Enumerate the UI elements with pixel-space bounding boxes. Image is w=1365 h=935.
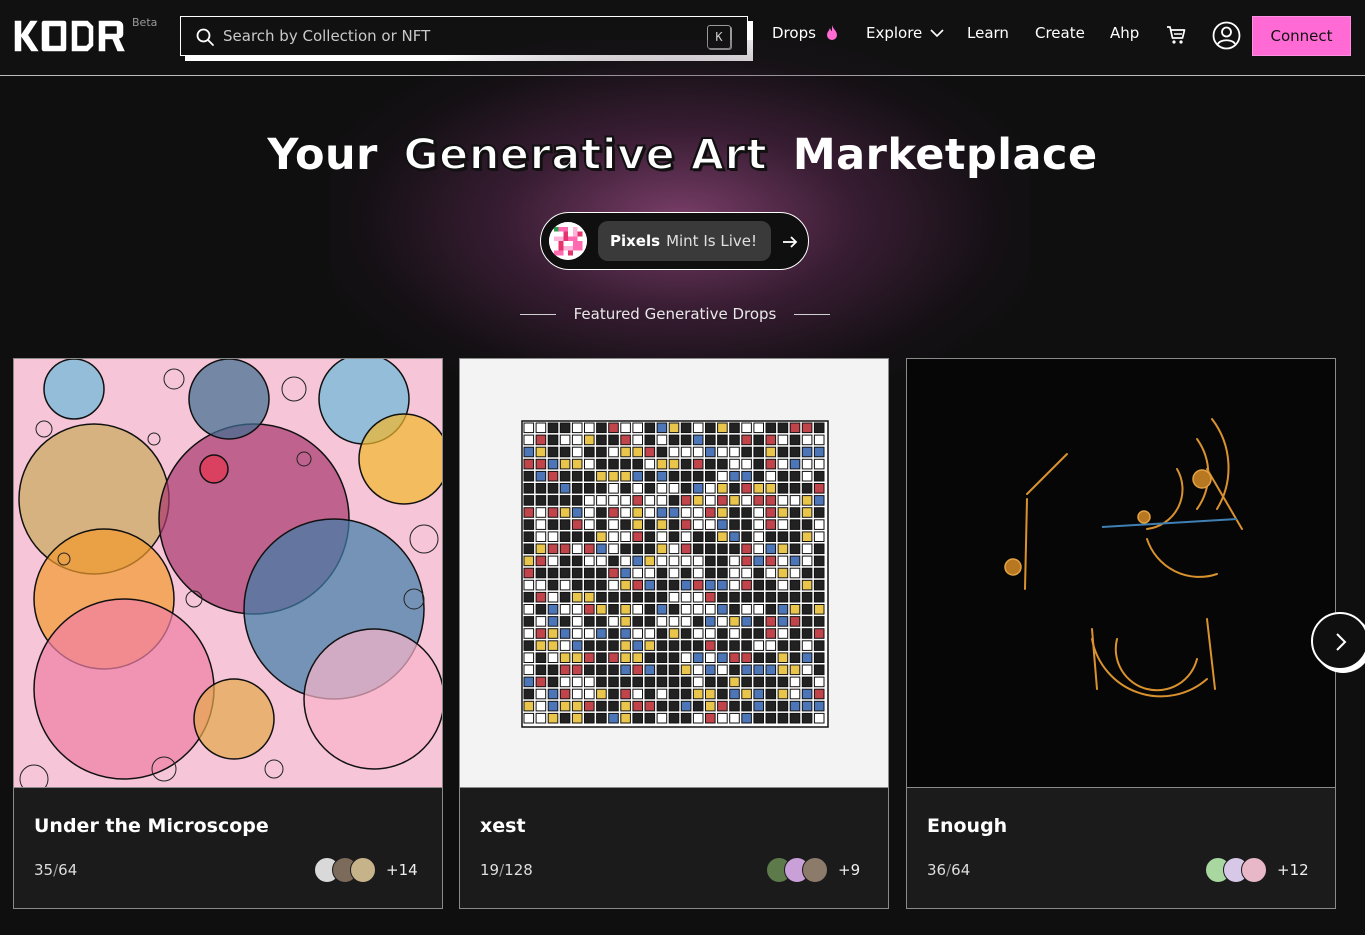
nav-ahp-label: Ahp	[1110, 24, 1140, 42]
minted-count: 35	[34, 861, 54, 879]
drop-artwork-image	[907, 359, 1335, 788]
minted-count: 36	[927, 861, 947, 879]
chevron-down-icon	[930, 29, 944, 38]
drop-artwork-image	[14, 359, 442, 788]
drop-title: Under the Microscope	[34, 815, 269, 837]
nav-create-label: Create	[1035, 24, 1085, 42]
nav-create[interactable]: Create	[1035, 24, 1085, 42]
hero-title-end: Marketplace	[792, 130, 1098, 180]
drop-title: Enough	[927, 815, 1008, 837]
user-account-icon[interactable]	[1212, 21, 1241, 50]
connect-wallet-button[interactable]: Connect	[1252, 16, 1351, 56]
more-owners-count: +9	[838, 861, 861, 879]
owner-avatars: +12	[1205, 857, 1309, 883]
kodr-logo[interactable]	[12, 16, 128, 56]
mint-announcement-text: Pixels Mint Is Live!	[598, 221, 771, 261]
owner-avatars: +14	[314, 857, 418, 883]
divider	[794, 313, 830, 315]
more-owners-count: +14	[386, 861, 418, 879]
pixels-collection-thumbnail	[549, 222, 587, 260]
avatar	[1241, 857, 1267, 883]
drop-card[interactable]: Under the Microscope 35/64 +14	[13, 358, 443, 909]
more-owners-count: +12	[1277, 861, 1309, 879]
mint-collection-name: Pixels	[610, 232, 661, 250]
cart-icon[interactable]	[1165, 24, 1187, 46]
chevron-right-icon	[1336, 633, 1347, 651]
carousel-next-button[interactable]	[1311, 612, 1365, 670]
arrow-right-icon	[783, 236, 798, 248]
minted-count: 19	[480, 861, 500, 879]
drop-card[interactable]: Enough 36/64 +12	[906, 358, 1336, 909]
beta-label: Beta	[132, 16, 158, 29]
avatar	[802, 857, 828, 883]
mint-progress: 36/64	[927, 861, 971, 879]
drop-card[interactable]: xest 19/128 +9	[459, 358, 889, 909]
hero-title-start: Your	[267, 130, 378, 180]
drop-artwork-image	[460, 359, 888, 788]
mint-status-text: Mint Is Live!	[666, 232, 757, 250]
supply-count: 64	[951, 861, 971, 879]
drop-title: xest	[480, 815, 526, 837]
mint-progress: 35/64	[34, 861, 78, 879]
supply-count: 128	[504, 861, 533, 879]
nav-ahp[interactable]: Ahp	[1110, 24, 1139, 42]
avatar	[350, 857, 376, 883]
hero-title: Your Generative Art Marketplace	[0, 129, 1365, 181]
divider	[520, 313, 556, 315]
featured-drops-heading: Featured Generative Drops	[520, 303, 830, 325]
featured-drops-label: Featured Generative Drops	[573, 305, 777, 323]
owner-avatars: +9	[766, 857, 860, 883]
search-icon	[196, 28, 214, 46]
mint-progress: 19/128	[480, 861, 533, 879]
hero-title-highlight: Generative Art	[402, 129, 768, 181]
mint-announcement-pill[interactable]: Pixels Mint Is Live!	[540, 212, 809, 270]
supply-count: 64	[58, 861, 78, 879]
